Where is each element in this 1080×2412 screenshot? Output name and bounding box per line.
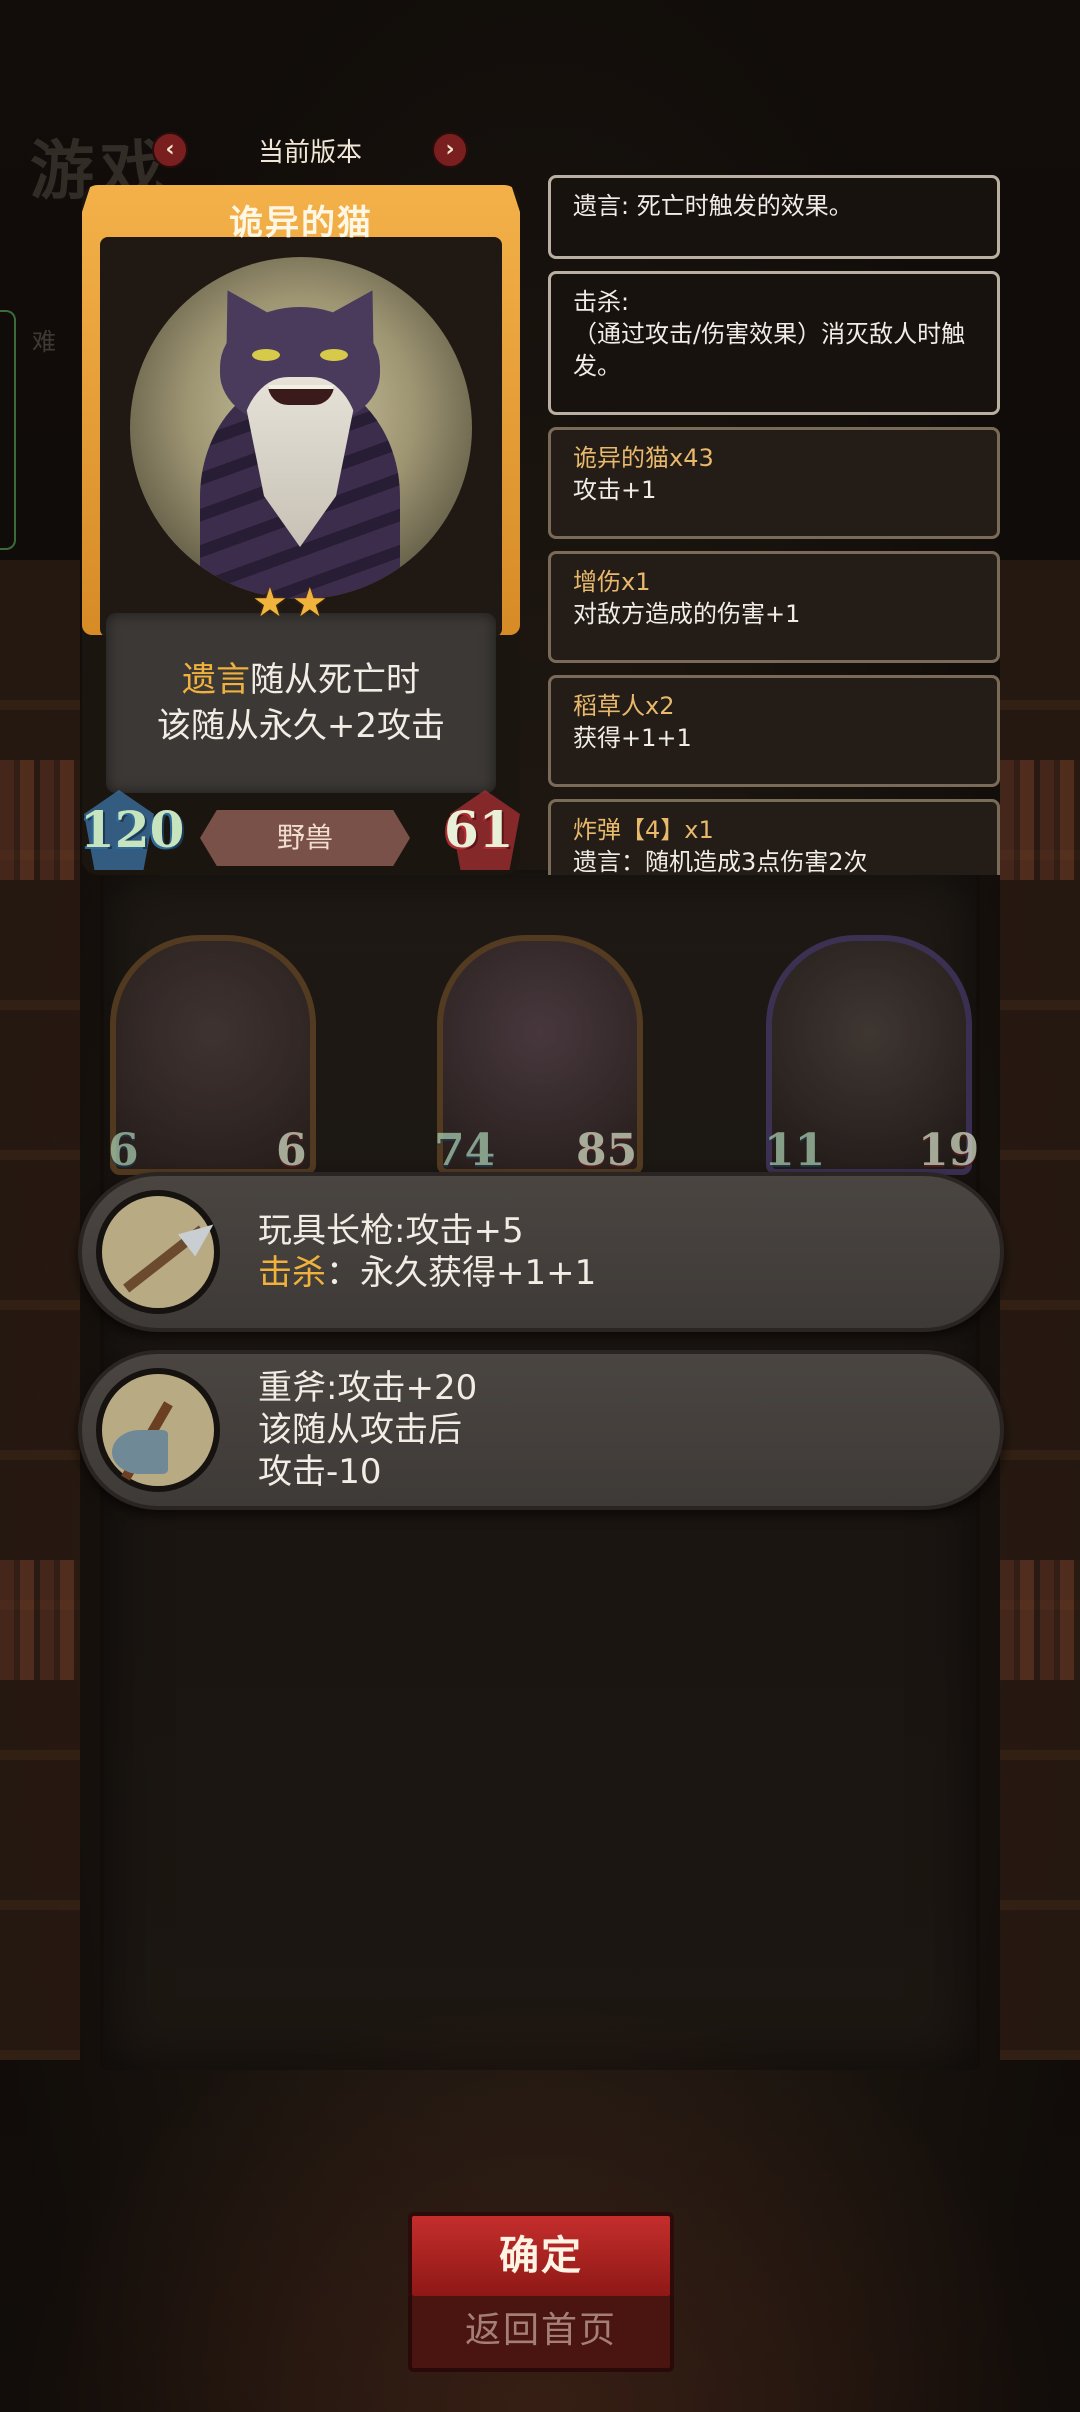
books-right xyxy=(1000,760,1080,880)
books-left-lower xyxy=(0,1560,80,1680)
background-side-tab xyxy=(0,310,16,550)
buff-body: 遗言：随机造成3点伤害2次 xyxy=(573,848,868,875)
kill-keyword[interactable]: 击杀 xyxy=(258,1253,326,1293)
minion-3-health: 19 xyxy=(918,1125,980,1176)
minion-2-health: 85 xyxy=(576,1125,638,1176)
cat-portrait xyxy=(130,257,472,599)
books-left xyxy=(0,760,80,880)
spear-tip xyxy=(177,1213,223,1257)
buff-body: 获得+1+1 xyxy=(573,724,692,752)
equipment-row-heavy-axe[interactable]: 重斧:攻击+20 该随从攻击后 攻击-10 xyxy=(78,1350,1004,1510)
books-right-lower xyxy=(1000,1560,1080,1680)
equipment-text: 玩具长枪:攻击+5 击杀：永久获得+1+1 xyxy=(258,1176,596,1328)
keyword-body: （通过攻击/伤害效果）消灭敌人时触发。 xyxy=(573,320,966,380)
card-desc-line2: 该随从永久+2攻击 xyxy=(156,706,446,746)
deathrattle-keyword[interactable]: 遗言 xyxy=(182,660,250,700)
cat-mouth xyxy=(268,385,334,405)
card-attack: 120 xyxy=(80,800,185,859)
confirm-button[interactable]: 确定 xyxy=(408,2212,674,2300)
spear-icon xyxy=(96,1190,223,1314)
buff-box-damage-up: 增伤x1 对敌方造成的伤害+1 xyxy=(548,551,1000,663)
keyword-title: 击杀: xyxy=(573,288,630,316)
equipment-line1: 重斧:攻击+20 xyxy=(258,1368,478,1408)
equipment-line2: 该随从攻击后 xyxy=(258,1410,462,1450)
card-name: 诡异的猫 xyxy=(229,203,373,243)
star-icon: ★ xyxy=(252,580,288,626)
cat-eye-right xyxy=(320,349,348,361)
card-tribe: 野兽 xyxy=(200,810,410,866)
keyword-box-deathrattle: 遗言: 死亡时触发的效果。 xyxy=(548,175,1000,259)
card-health: 61 xyxy=(444,800,514,859)
equipment-line3: 攻击-10 xyxy=(258,1452,382,1492)
card-stars: ★ ★ xyxy=(252,583,328,623)
keyword-title: 遗言: 死亡时触发的效果。 xyxy=(573,192,853,220)
minion-1-health: 6 xyxy=(276,1125,307,1176)
equipment-line1: 玩具长枪:攻击+5 xyxy=(258,1211,524,1251)
minion-3-attack: 11 xyxy=(764,1125,826,1176)
axe-icon xyxy=(96,1368,220,1492)
next-version-button[interactable]: › xyxy=(431,132,468,168)
buff-body: 对敌方造成的伤害+1 xyxy=(573,600,801,628)
equipment-line2: 击杀：永久获得+1+1 xyxy=(258,1252,596,1294)
buff-title: 稻草人x2 xyxy=(573,692,675,720)
buff-title: 诡异的猫x43 xyxy=(573,444,714,472)
background-side-text: 难 xyxy=(32,328,56,356)
card-description: 遗言随从死亡时 该随从永久+2攻击 xyxy=(106,613,496,793)
buff-title: 增伤x1 xyxy=(573,568,651,596)
prev-version-button[interactable]: ‹ xyxy=(152,132,188,168)
card-desc-line1: 遗言随从死亡时 xyxy=(182,657,420,703)
version-label: 当前版本 xyxy=(257,137,362,168)
card-desc-line1-text: 随从死亡时 xyxy=(250,660,420,700)
keyword-panel[interactable]: 遗言: 死亡时触发的效果。 击杀: （通过攻击/伤害效果）消灭敌人时触发。 诡异… xyxy=(548,175,1000,875)
buff-box-bomb: 炸弹【4】x1 遗言：随机造成3点伤害2次 xyxy=(548,799,1000,875)
star-icon: ★ xyxy=(291,580,328,626)
buff-box-weird-cat: 诡异的猫x43 攻击+1 xyxy=(548,427,1000,539)
equipment-row-toy-spear[interactable]: 玩具长枪:攻击+5 击杀：永久获得+1+1 xyxy=(78,1172,1004,1332)
buff-box-scarecrow: 稻草人x2 获得+1+1 xyxy=(548,675,1000,787)
axe-head xyxy=(112,1430,168,1474)
minion-card: 诡异的猫 遗言随从死亡时 该随从永久+2攻击 ★ ★ 120 61 野兽 xyxy=(80,185,520,875)
version-bar: ‹ 当前版本 › xyxy=(152,128,468,172)
back-home-button[interactable]: 返回首页 xyxy=(408,2296,674,2372)
buff-body: 攻击+1 xyxy=(573,476,657,504)
equipment-text: 重斧:攻击+20 该随从攻击后 攻击-10 xyxy=(258,1354,477,1506)
keyword-box-kill: 击杀: （通过攻击/伤害效果）消灭敌人时触发。 xyxy=(548,271,1000,415)
equipment-line2-text: ：永久获得+1+1 xyxy=(326,1253,597,1293)
minion-1-attack: 6 xyxy=(108,1125,139,1176)
buff-title: 炸弹【4】x1 xyxy=(573,816,714,844)
cat-eye-left xyxy=(252,349,280,361)
minion-2-attack: 74 xyxy=(434,1125,496,1176)
